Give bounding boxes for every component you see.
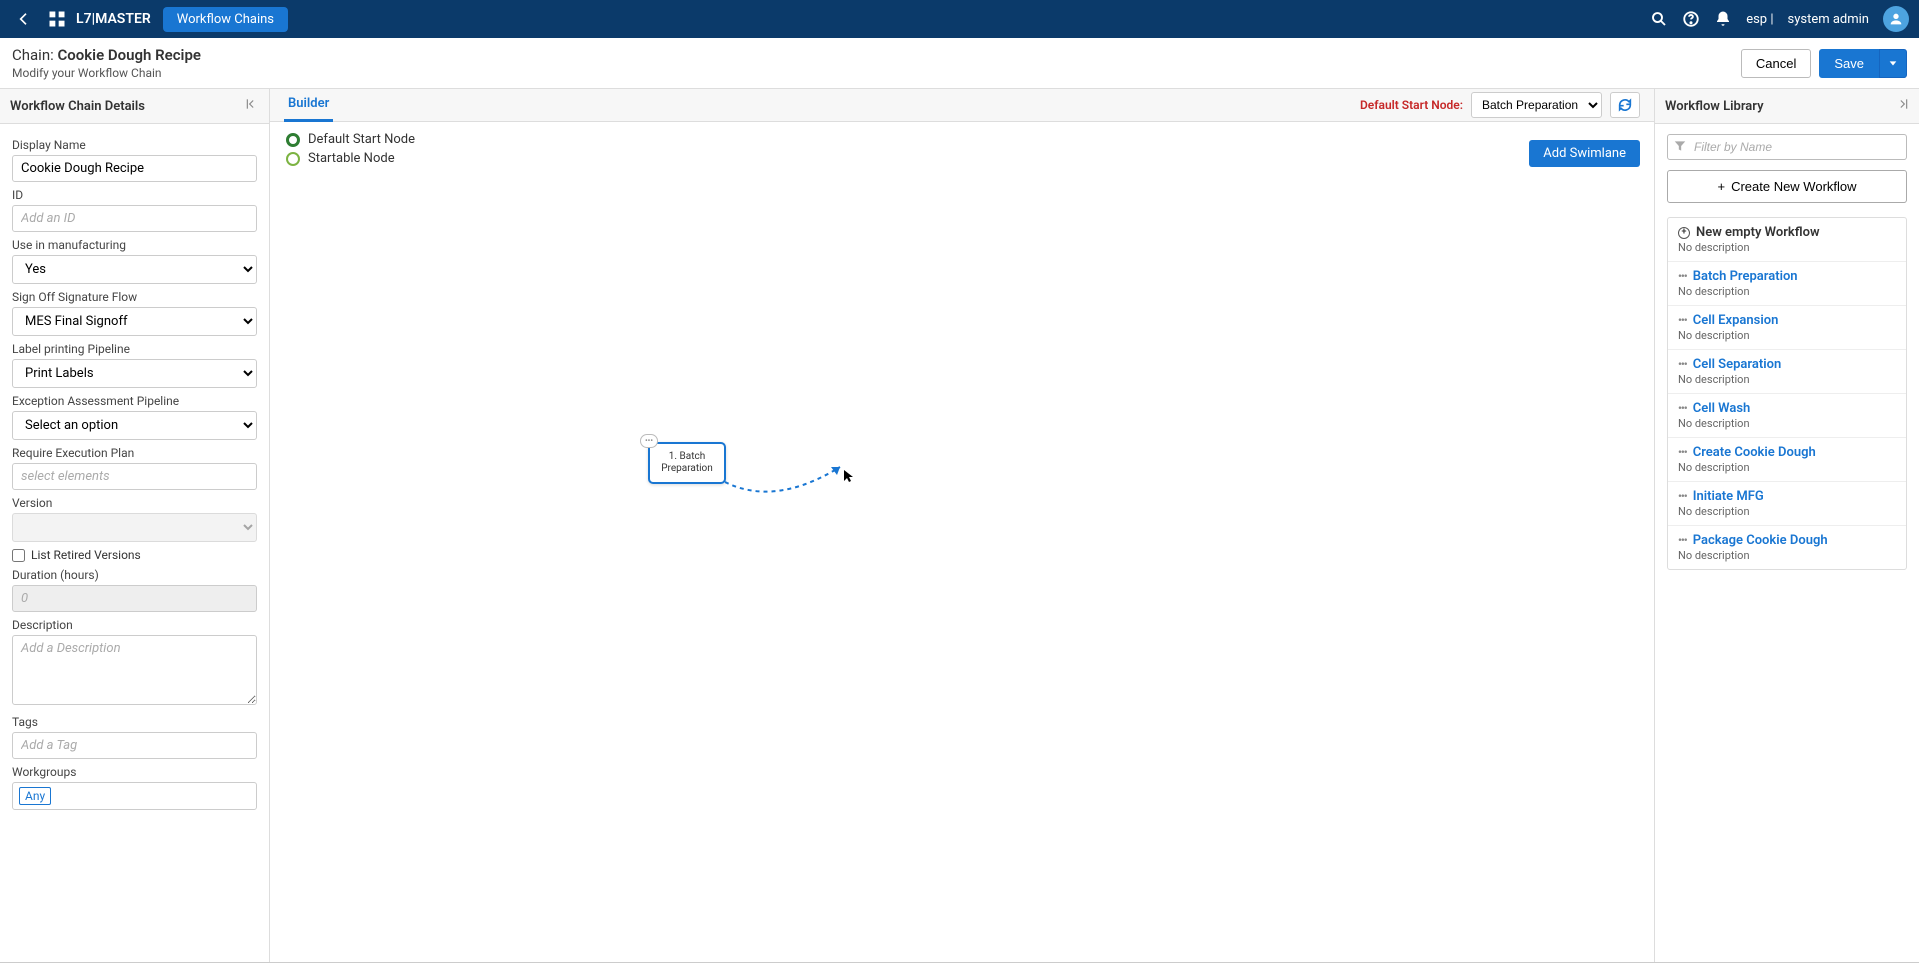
drag-icon: ••• xyxy=(1678,358,1687,371)
chain-name: Cookie Dough Recipe xyxy=(57,46,201,64)
workgroups-any-tag[interactable]: Any xyxy=(19,787,51,805)
chain-subtitle: Modify your Workflow Chain xyxy=(12,66,201,80)
app-logo-icon xyxy=(46,8,68,30)
id-input[interactable] xyxy=(12,205,257,232)
workflow-item[interactable]: •••Initiate MFG No description xyxy=(1668,482,1906,526)
duration-label: Duration (hours) xyxy=(12,568,257,582)
workflow-node-batch-preparation[interactable]: ••• 1. Batch Preparation xyxy=(648,442,726,484)
plus-icon: + xyxy=(1717,179,1725,194)
save-dropdown-caret[interactable] xyxy=(1879,49,1907,78)
execplan-label: Require Execution Plan xyxy=(12,446,257,460)
user-name-label[interactable]: system admin xyxy=(1788,12,1870,27)
cursor-icon xyxy=(844,470,856,482)
plus-circle-icon: + xyxy=(1678,227,1690,239)
notifications-icon[interactable] xyxy=(1714,10,1732,28)
builder-tab[interactable]: Builder xyxy=(284,88,333,122)
use-mfg-label: Use in manufacturing xyxy=(12,238,257,252)
brand-label: L7|MASTER xyxy=(76,11,151,27)
workflow-item-new-empty[interactable]: +New empty Workflow No description xyxy=(1668,218,1906,262)
display-name-input[interactable] xyxy=(12,155,257,182)
add-swimlane-button[interactable]: Add Swimlane xyxy=(1529,140,1640,167)
library-panel-title: Workflow Library xyxy=(1665,99,1764,114)
default-start-label: Default Start Node: xyxy=(1360,98,1463,112)
legend-default-label: Default Start Node xyxy=(308,132,415,147)
workgroups-input[interactable]: Any xyxy=(12,782,257,810)
description-label: Description xyxy=(12,618,257,632)
tags-input[interactable] xyxy=(12,732,257,759)
workflow-chains-chip[interactable]: Workflow Chains xyxy=(163,7,288,32)
top-navbar: L7|MASTER Workflow Chains esp | system a… xyxy=(0,0,1919,38)
workgroups-label: Workgroups xyxy=(12,765,257,779)
search-icon[interactable] xyxy=(1650,10,1668,28)
esp-label: esp | xyxy=(1746,12,1773,27)
collapse-right-icon[interactable] xyxy=(1895,97,1909,115)
startable-node-icon xyxy=(286,152,300,166)
workflow-item[interactable]: •••Cell Separation No description xyxy=(1668,350,1906,394)
library-panel: Workflow Library + Create New Workflow +… xyxy=(1654,89,1919,962)
node-menu-icon[interactable]: ••• xyxy=(640,434,658,448)
details-panel: Workflow Chain Details Display Name ID U… xyxy=(0,89,270,962)
collapse-left-icon[interactable] xyxy=(245,97,259,115)
retired-label: List Retired Versions xyxy=(31,548,141,562)
signoff-select[interactable]: MES Final Signoff xyxy=(12,307,257,336)
create-workflow-button[interactable]: + Create New Workflow xyxy=(1667,170,1907,203)
exception-select[interactable]: Select an option xyxy=(12,411,257,440)
version-select[interactable] xyxy=(12,513,257,542)
drag-icon: ••• xyxy=(1678,314,1687,327)
labelpipe-select[interactable]: Print Labels xyxy=(12,359,257,388)
library-filter-input[interactable] xyxy=(1667,134,1907,160)
workflow-item[interactable]: •••Batch Preparation No description xyxy=(1668,262,1906,306)
default-start-select[interactable]: Batch Preparation xyxy=(1471,92,1602,118)
legend-startable-label: Startable Node xyxy=(308,151,395,166)
drag-icon: ••• xyxy=(1678,270,1687,283)
save-button[interactable]: Save xyxy=(1819,49,1879,78)
retired-checkbox[interactable] xyxy=(12,549,25,562)
default-node-icon xyxy=(286,133,300,147)
help-icon[interactable] xyxy=(1682,10,1700,28)
use-mfg-select[interactable]: Yes xyxy=(12,255,257,284)
page-subheader: Chain: Cookie Dough Recipe Modify your W… xyxy=(0,38,1919,89)
workflow-item[interactable]: •••Create Cookie Dough No description xyxy=(1668,438,1906,482)
drag-icon: ••• xyxy=(1678,490,1687,503)
exception-label: Exception Assessment Pipeline xyxy=(12,394,257,408)
chain-crumb-label: Chain: xyxy=(12,46,57,64)
back-button[interactable] xyxy=(10,5,38,33)
cancel-button[interactable]: Cancel xyxy=(1741,49,1811,78)
execplan-input[interactable] xyxy=(12,463,257,490)
drag-icon: ••• xyxy=(1678,446,1687,459)
user-avatar[interactable] xyxy=(1883,6,1909,32)
display-name-label: Display Name xyxy=(12,138,257,152)
signoff-label: Sign Off Signature Flow xyxy=(12,290,257,304)
workflow-item[interactable]: •••Cell Wash No description xyxy=(1668,394,1906,438)
workflow-item[interactable]: •••Package Cookie Dough No description xyxy=(1668,526,1906,569)
version-label: Version xyxy=(12,496,257,510)
builder-canvas[interactable]: Default Start Node Startable Node Add Sw… xyxy=(270,122,1654,962)
drag-icon: ••• xyxy=(1678,534,1687,547)
drag-icon: ••• xyxy=(1678,402,1687,415)
node-label: 1. Batch Preparation xyxy=(652,451,722,475)
labelpipe-label: Label printing Pipeline xyxy=(12,342,257,356)
tags-label: Tags xyxy=(12,715,257,729)
description-textarea[interactable] xyxy=(12,635,257,705)
duration-input[interactable] xyxy=(12,585,257,612)
builder-panel: Builder Default Start Node: Batch Prepar… xyxy=(270,89,1654,962)
connector-arrow xyxy=(725,457,855,507)
details-panel-title: Workflow Chain Details xyxy=(10,99,145,114)
workflow-list: +New empty Workflow No description •••Ba… xyxy=(1667,217,1907,570)
filter-icon xyxy=(1673,139,1687,157)
workflow-item[interactable]: •••Cell Expansion No description xyxy=(1668,306,1906,350)
refresh-button[interactable] xyxy=(1610,92,1640,118)
id-label: ID xyxy=(12,188,257,202)
